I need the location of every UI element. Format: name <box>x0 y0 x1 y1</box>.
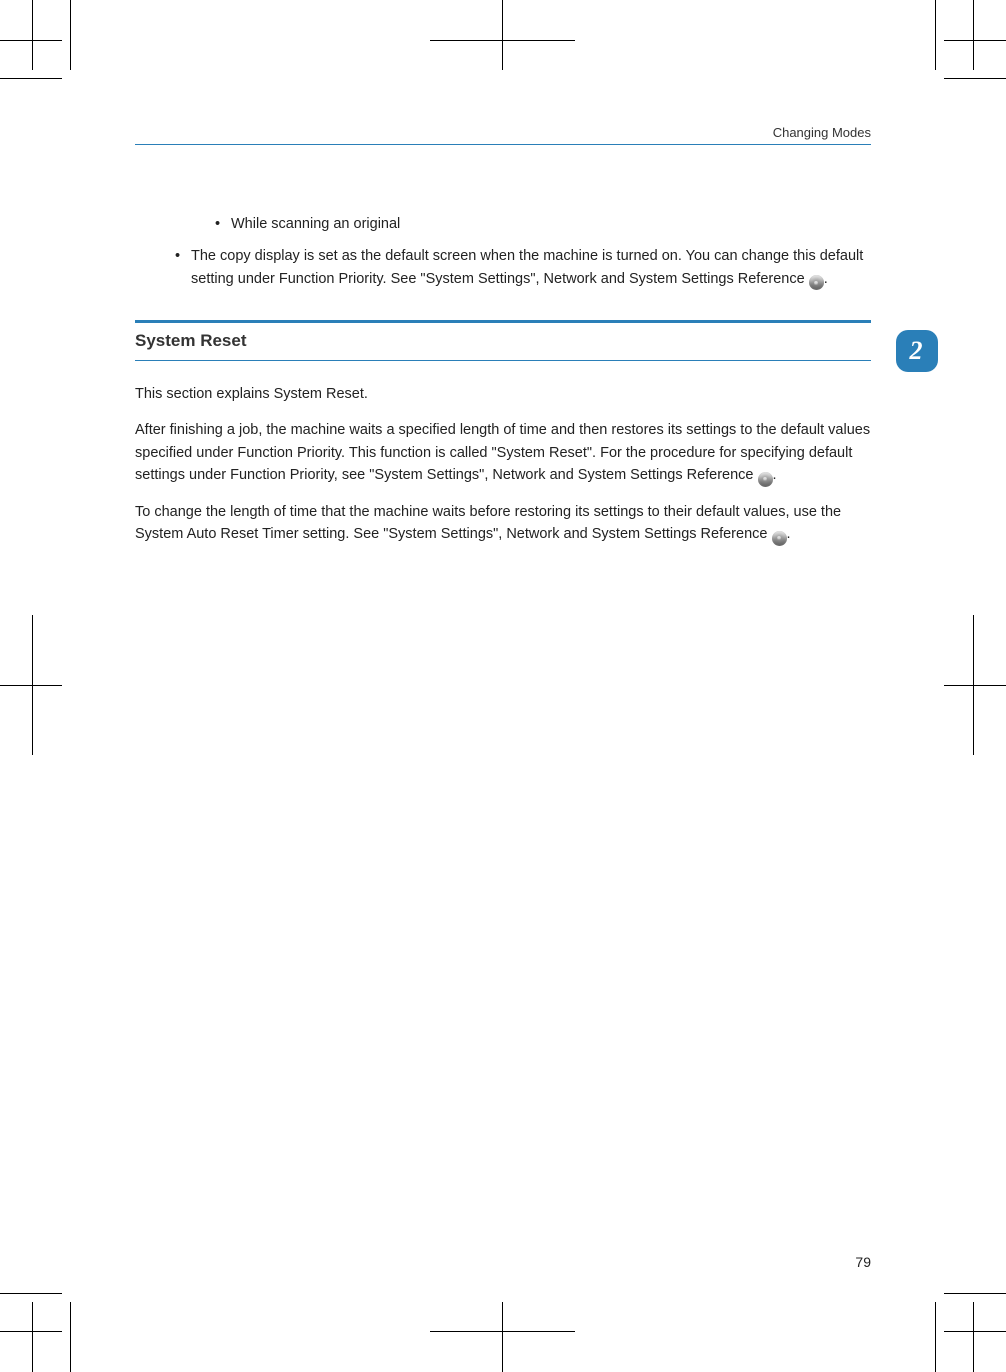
paragraph: This section explains System Reset. <box>135 383 871 405</box>
section-heading-block: System Reset <box>135 320 871 360</box>
crop-mark <box>0 78 62 79</box>
crop-mark <box>944 40 1006 41</box>
disc-icon <box>809 275 824 290</box>
disc-icon <box>758 472 773 487</box>
crop-mark <box>935 0 936 70</box>
disc-icon <box>772 531 787 546</box>
crop-mark <box>973 1302 974 1372</box>
body-text: The copy display is set as the default s… <box>191 248 863 286</box>
chapter-tab: 2 <box>896 330 938 372</box>
crop-mark <box>32 1302 33 1372</box>
body-text: While scanning an original <box>231 216 400 232</box>
chapter-number: 2 <box>910 336 923 366</box>
crop-mark <box>973 0 974 70</box>
crop-mark <box>430 40 575 41</box>
crop-mark <box>944 1293 1006 1294</box>
crop-mark <box>973 615 974 755</box>
crop-mark <box>0 1331 62 1332</box>
paragraph: To change the length of time that the ma… <box>135 501 871 546</box>
section-top-rule <box>135 320 871 323</box>
list-item: The copy display is set as the default s… <box>175 245 871 290</box>
header-rule <box>135 144 871 145</box>
crop-mark <box>935 1302 936 1372</box>
body-text: . <box>787 526 791 542</box>
list-item: While scanning an original <box>215 213 871 235</box>
crop-mark <box>502 1302 503 1372</box>
crop-mark <box>70 0 71 70</box>
crop-mark <box>0 40 62 41</box>
running-header: Changing Modes <box>135 125 871 153</box>
crop-mark <box>32 0 33 70</box>
paragraph: After finishing a job, the machine waits… <box>135 419 871 486</box>
crop-mark <box>944 78 1006 79</box>
crop-mark <box>430 1331 575 1332</box>
crop-mark <box>502 0 503 70</box>
page-number: 79 <box>855 1254 871 1270</box>
body-text: . <box>773 467 777 483</box>
running-header-text: Changing Modes <box>773 125 871 140</box>
crop-mark <box>944 685 1006 686</box>
crop-mark <box>70 1302 71 1372</box>
body-text: . <box>824 271 828 287</box>
crop-mark <box>944 1331 1006 1332</box>
body-text: To change the length of time that the ma… <box>135 504 841 542</box>
crop-mark <box>0 1293 62 1294</box>
crop-mark <box>0 685 62 686</box>
section-heading: System Reset <box>135 328 871 360</box>
crop-mark <box>32 615 33 755</box>
